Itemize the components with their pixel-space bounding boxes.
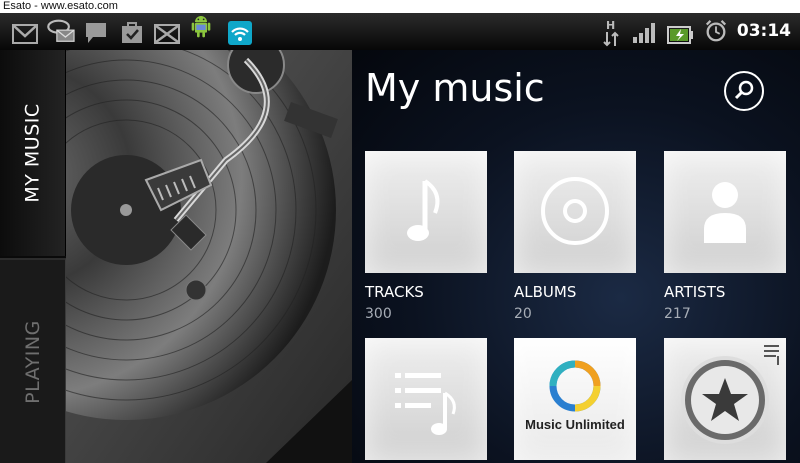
battery-icon xyxy=(667,26,693,44)
albums-tile[interactable] xyxy=(514,151,636,273)
search-button[interactable] xyxy=(724,71,764,111)
task-icon xyxy=(122,22,142,43)
wifi-icon xyxy=(228,21,252,45)
gmail-icon xyxy=(12,24,38,44)
tab-playing[interactable]: PLAYING xyxy=(0,258,66,463)
albums-label: ALBUMS xyxy=(514,283,577,301)
status-bar: H 03:14 xyxy=(0,13,800,50)
person-icon xyxy=(704,182,746,243)
albums-count: 20 xyxy=(514,306,532,322)
music-unlimited-text: Music Unlimited xyxy=(525,417,625,432)
tracks-count: 300 xyxy=(365,306,392,322)
artists-tile[interactable] xyxy=(664,151,786,273)
page-title: My music xyxy=(365,66,545,110)
tracks-tile[interactable] xyxy=(365,151,487,273)
tracks-label: TRACKS xyxy=(365,283,424,301)
hsdpa-icon: H xyxy=(601,19,621,47)
favourites-tile[interactable] xyxy=(664,338,786,460)
disc-icon xyxy=(541,177,609,245)
tab-playing-label: PLAYING xyxy=(21,319,44,404)
android-icon xyxy=(191,16,211,38)
main-content: My music TRACKS 300 ALBUMS 20 ARTISTS 21… xyxy=(352,50,800,463)
tab-my-music-label: MY MUSIC xyxy=(21,103,44,203)
playlist-icon xyxy=(395,373,456,435)
artists-count: 217 xyxy=(664,306,691,322)
star-icon xyxy=(681,345,779,444)
music-unlimited-tile[interactable]: Music Unlimited xyxy=(514,338,636,460)
message-icon xyxy=(47,19,75,42)
signal-icon xyxy=(633,23,655,43)
header-artwork xyxy=(66,50,352,463)
tab-my-music[interactable]: MY MUSIC xyxy=(0,50,66,256)
search-icon xyxy=(734,80,754,100)
artists-label: ARTISTS xyxy=(664,283,726,301)
alarm-icon xyxy=(705,20,727,42)
music-unlimited-logo xyxy=(549,360,601,412)
email-icon xyxy=(154,24,180,44)
music-note-icon xyxy=(407,179,440,241)
side-tabs: MY MUSIC PLAYING xyxy=(0,50,66,463)
clock: 03:14 xyxy=(736,21,791,41)
playlists-tile[interactable] xyxy=(365,338,487,460)
chat-icon xyxy=(86,23,106,43)
watermark: Esato - www.esato.com xyxy=(0,0,800,13)
